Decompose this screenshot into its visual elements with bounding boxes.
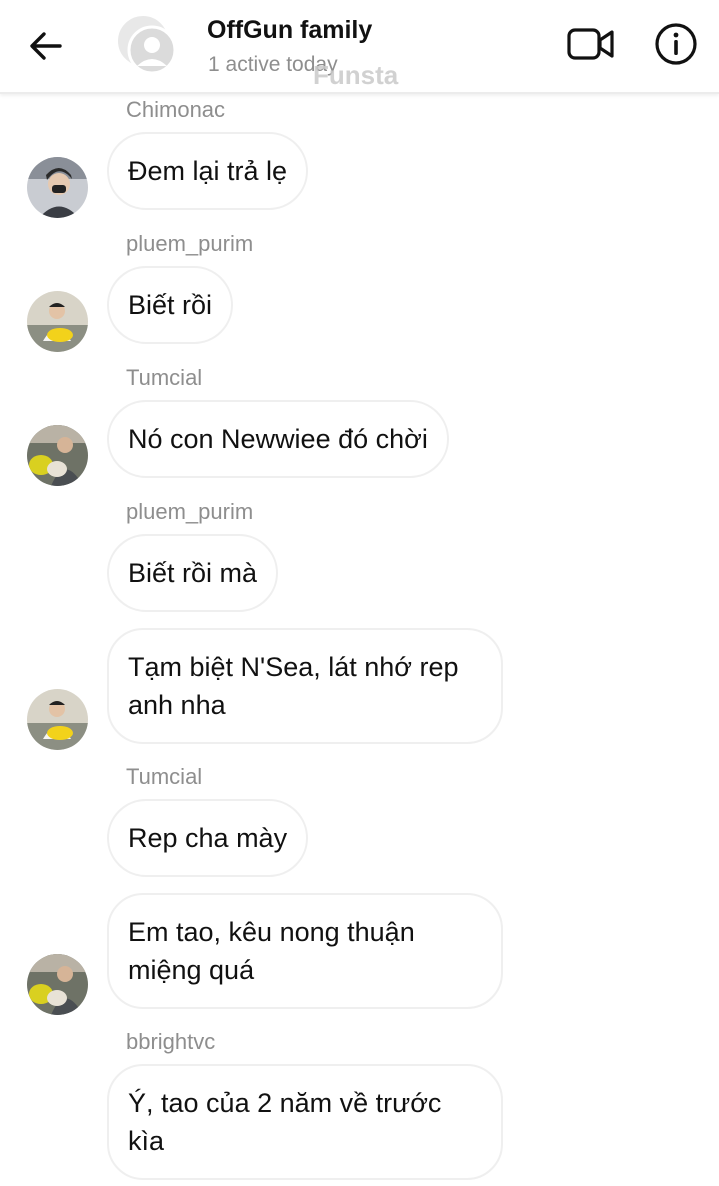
sender-name: Tumcial — [126, 764, 203, 789]
chat-title[interactable]: OffGun family — [207, 16, 372, 45]
avatar[interactable] — [27, 157, 88, 218]
watermark-text: Funsta — [313, 60, 399, 90]
sender-name: Tumcial — [126, 365, 203, 390]
chat-header: OffGun family 1 active today Funsta — [0, 0, 719, 94]
sender-name: pluem_purim — [126, 231, 254, 256]
message-bubble[interactable]: Đem lại trả lẹ — [107, 132, 309, 210]
video-call-button[interactable] — [566, 24, 616, 64]
message-bubble[interactable]: Nó con Newwiee đó chời — [107, 400, 449, 478]
message-list[interactable]: Chimonac Đem lại trả lẹ pluem_purim Biết… — [0, 92, 719, 1186]
avatar[interactable] — [27, 954, 88, 1015]
avatar[interactable] — [27, 425, 88, 486]
info-icon — [655, 23, 697, 65]
message-bubble[interactable]: Tạm biệt N'Sea, lát nhớ rep anh nha — [107, 628, 503, 744]
back-button[interactable] — [22, 22, 70, 70]
sender-name: Chimonac — [126, 97, 226, 122]
group-avatar[interactable] — [114, 14, 180, 76]
video-camera-icon — [567, 28, 614, 60]
message-bubble[interactable]: Rep cha mày — [107, 799, 309, 877]
arrow-left-icon — [30, 32, 62, 60]
sender-name: pluem_purim — [126, 499, 254, 524]
avatar[interactable] — [27, 291, 88, 352]
message-bubble[interactable]: Biết rồi mà — [107, 534, 279, 612]
message-bubble[interactable]: Em tao, kêu nong thuận miệng quá — [107, 893, 503, 1009]
message-bubble[interactable]: Biết rồi — [107, 266, 234, 344]
info-button[interactable] — [652, 20, 700, 68]
sender-name: bbrightvc — [126, 1029, 216, 1054]
message-bubble[interactable]: Ý, tao của 2 năm về trước kìa — [107, 1064, 503, 1180]
avatar[interactable] — [27, 689, 88, 750]
